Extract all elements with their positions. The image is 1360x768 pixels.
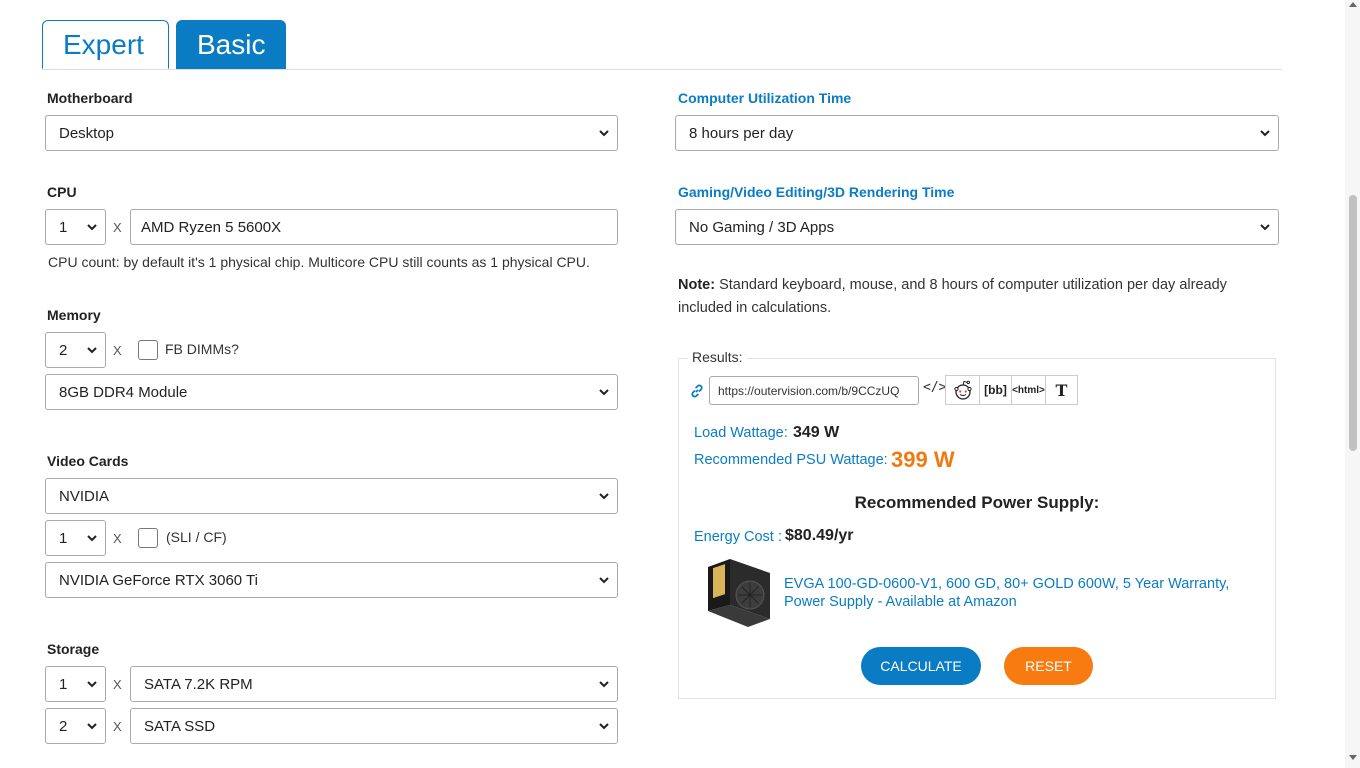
share-url-input[interactable]: https://outervision.com/b/9CCzUQ [709, 376, 919, 405]
chevron-down-icon [1260, 224, 1270, 231]
chevron-down-icon [599, 577, 609, 584]
psu-wattage-label: Recommended PSU Wattage: [694, 452, 888, 468]
scroll-down-arrow-icon[interactable] [1349, 755, 1357, 760]
video-count-select[interactable]: 1 [45, 520, 106, 556]
cpu-count-value: 1 [59, 218, 68, 236]
scroll-up-arrow-icon[interactable] [1349, 2, 1357, 7]
video-multiply-sign: X [113, 531, 122, 546]
memory-module-select[interactable]: 8GB DDR4 Module [45, 374, 618, 410]
load-wattage-value: 349 W [793, 424, 840, 441]
chevron-down-icon [599, 723, 609, 730]
gaming-value: No Gaming / 3D Apps [689, 218, 835, 236]
cpu-count-select[interactable]: 1 [45, 209, 106, 245]
storage-count-select[interactable]: 1 [45, 666, 106, 702]
note-bold: Note: [678, 277, 716, 293]
motherboard-label: Motherboard [47, 90, 133, 106]
memory-label: Memory [47, 307, 101, 323]
page-scrollbar[interactable] [1345, 0, 1360, 768]
psu-product-link[interactable]: EVGA 100-GD-0600-V1, 600 GD, 80+ GOLD 60… [784, 575, 1244, 611]
utilization-label: Computer Utilization Time [678, 90, 852, 106]
utilization-select[interactable]: 8 hours per day [675, 115, 1279, 151]
storage-multiply-sign: X [113, 677, 122, 692]
reddit-icon[interactable] [946, 376, 980, 404]
psu-wattage-value: 399 W [891, 447, 955, 472]
fb-dimms-checkbox[interactable] [138, 340, 158, 360]
html-code-button[interactable]: <html> [1012, 376, 1046, 404]
chevron-down-icon [599, 493, 609, 500]
motherboard-value: Desktop [59, 124, 115, 142]
text-code-button[interactable]: T [1046, 376, 1077, 404]
bbcode-button[interactable]: [bb] [980, 376, 1012, 404]
memory-count-select[interactable]: 2 [45, 332, 106, 368]
cpu-label: CPU [47, 184, 77, 200]
cpu-help-text: CPU count: by default it's 1 physical ch… [48, 254, 590, 270]
storage-type-value: SATA 7.2K RPM [144, 675, 253, 693]
share-toolbar: [bb] <html> T [945, 375, 1078, 405]
tab-basic[interactable]: Basic [176, 20, 286, 69]
storage-count-value: 2 [59, 717, 68, 735]
storage-count-value: 1 [59, 675, 68, 693]
embed-code-icon[interactable]: </> [923, 380, 946, 395]
chevron-down-icon [599, 681, 609, 688]
storage-multiply-sign: X [113, 719, 122, 734]
recommended-psu-title: Recommended Power Supply: [854, 493, 1100, 512]
storage-label: Storage [47, 641, 100, 657]
storage-type-value: SATA SSD [144, 717, 216, 735]
chevron-down-icon [599, 389, 609, 396]
memory-module-value: 8GB DDR4 Module [59, 383, 188, 401]
calculate-button[interactable]: CALCULATE [861, 647, 981, 685]
memory-count-value: 2 [59, 341, 68, 359]
video-brand-select[interactable]: NVIDIA [45, 478, 618, 514]
link-icon[interactable] [689, 383, 705, 399]
tab-expert[interactable]: Expert [42, 20, 169, 69]
energy-cost-label: Energy Cost : [694, 529, 782, 545]
storage-type-select[interactable]: SATA SSD [130, 708, 618, 744]
scrollbar-thumb[interactable] [1349, 195, 1357, 451]
reddit-glyph [953, 380, 972, 400]
results-legend: Results: [688, 349, 747, 365]
memory-multiply-sign: X [113, 343, 122, 358]
cpu-model-input[interactable]: AMD Ryzen 5 5600X [130, 209, 618, 245]
video-model-select[interactable]: NVIDIA GeForce RTX 3060 Ti [45, 562, 618, 598]
chevron-down-icon [87, 535, 97, 542]
motherboard-select[interactable]: Desktop [45, 115, 618, 151]
fb-dimms-label: FB DIMMs? [165, 341, 239, 357]
cpu-multiply-sign: X [113, 220, 122, 235]
video-cards-label: Video Cards [47, 453, 129, 469]
chevron-down-icon [87, 224, 97, 231]
video-brand-value: NVIDIA [59, 487, 110, 505]
note-body: Standard keyboard, mouse, and 8 hours of… [678, 277, 1227, 316]
load-wattage-label: Load Wattage: [694, 425, 788, 441]
gaming-label: Gaming/Video Editing/3D Rendering Time [678, 184, 955, 200]
chevron-down-icon [87, 723, 97, 730]
energy-cost-value: $80.49/yr [785, 527, 854, 544]
psu-product-image[interactable] [704, 553, 776, 629]
chevron-down-icon [599, 130, 609, 137]
sli-cf-label: (SLI / CF) [166, 529, 227, 545]
gaming-select[interactable]: No Gaming / 3D Apps [675, 209, 1279, 245]
storage-count-select[interactable]: 2 [45, 708, 106, 744]
reset-button[interactable]: RESET [1004, 647, 1093, 685]
note-text: Note: Standard keyboard, mouse, and 8 ho… [678, 274, 1258, 320]
chevron-down-icon [1260, 130, 1270, 137]
chevron-down-icon [87, 347, 97, 354]
mode-tabs: Expert Basic [42, 20, 286, 69]
video-model-value: NVIDIA GeForce RTX 3060 Ti [59, 571, 258, 589]
tab-divider [42, 69, 1282, 70]
utilization-value: 8 hours per day [689, 124, 794, 142]
storage-type-select[interactable]: SATA 7.2K RPM [130, 666, 618, 702]
chevron-down-icon [87, 681, 97, 688]
video-count-value: 1 [59, 529, 68, 547]
sli-cf-checkbox[interactable] [138, 528, 158, 548]
